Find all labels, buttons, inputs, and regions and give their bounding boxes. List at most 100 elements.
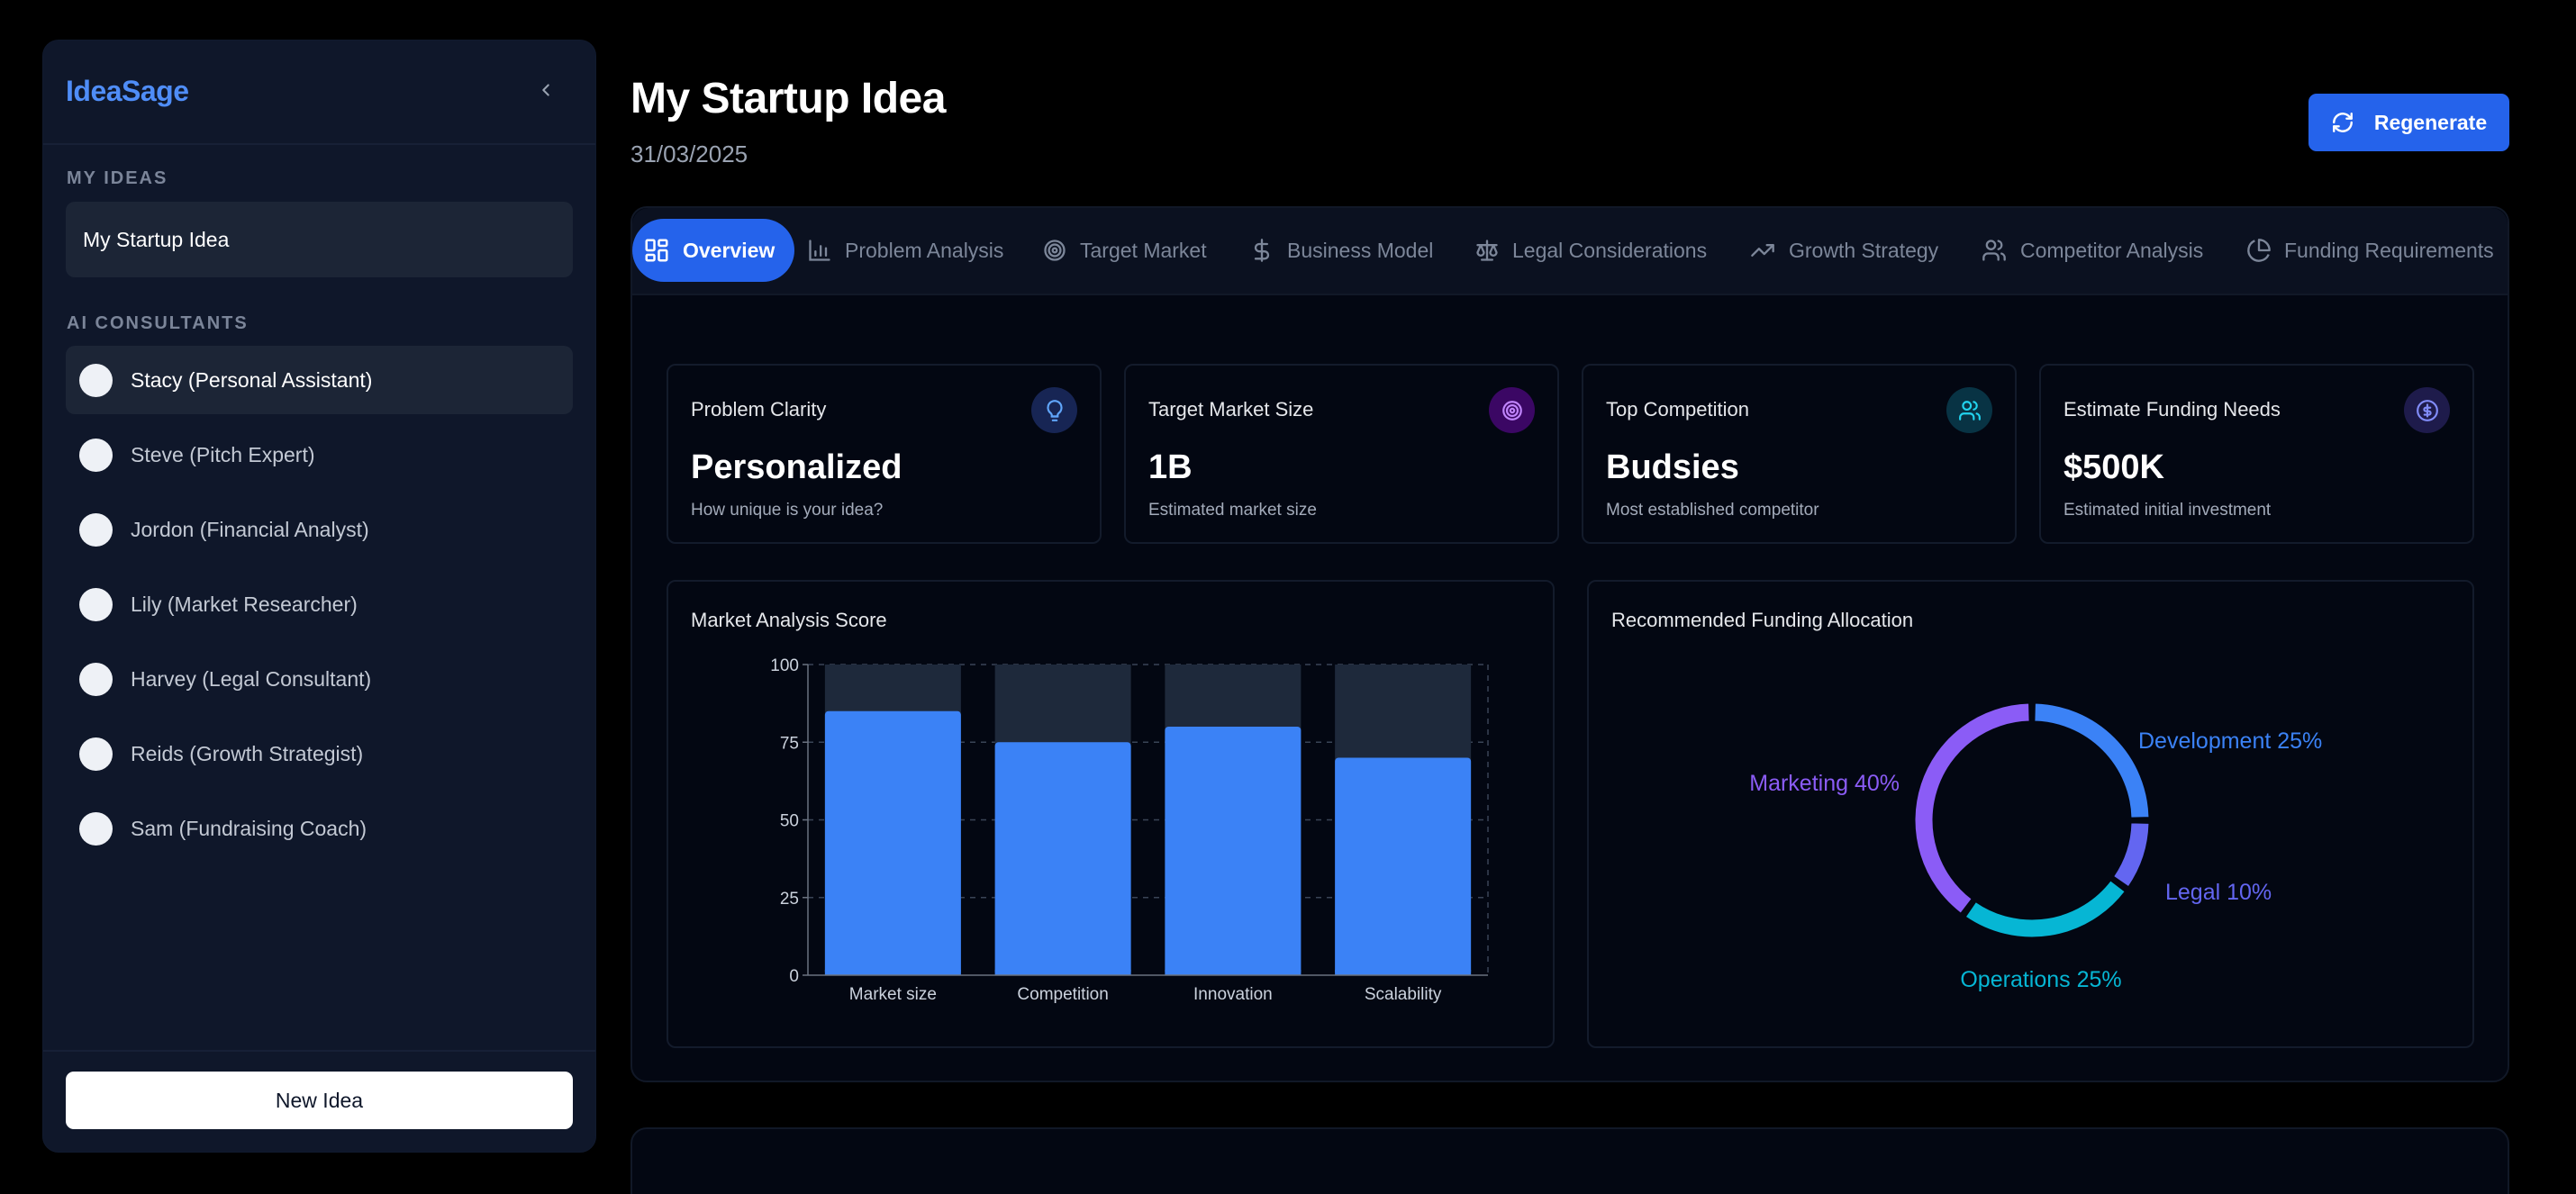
tab-overview[interactable]: Overview bbox=[632, 219, 795, 282]
tab-label: Overview bbox=[683, 238, 776, 262]
y-tick-label: 75 bbox=[780, 734, 799, 753]
funding-allocation-donut-chart: Development 25% Legal 10% Operations 25% Ma… bbox=[1749, 702, 2322, 992]
page-title: My Startup Idea bbox=[630, 75, 946, 122]
target-icon bbox=[1489, 387, 1535, 433]
consultant-item[interactable]: Harvey (Legal Consultant) bbox=[66, 645, 573, 713]
avatar bbox=[79, 512, 113, 547]
dollar-icon bbox=[1254, 239, 1270, 262]
tab-label: Problem Analysis bbox=[845, 238, 1004, 262]
dollar-circle-icon bbox=[2404, 387, 2450, 433]
stat-subtitle: How unique is your idea? bbox=[691, 501, 884, 520]
consultant-item[interactable]: Reids (Growth Strategist) bbox=[66, 719, 573, 788]
consultant-name: Sam (Fundraising Coach) bbox=[131, 816, 367, 840]
slice-label: Marketing 40% bbox=[1749, 771, 1900, 796]
consultant-item[interactable]: Sam (Fundraising Coach) bbox=[66, 794, 573, 863]
slice-label: Legal 10% bbox=[2165, 880, 2272, 905]
slice-label: Operations 25% bbox=[1960, 967, 2121, 992]
target-market-size-card: Target Market Size 1B Estimated market s… bbox=[1124, 364, 1559, 544]
chevron-left-icon bbox=[542, 84, 549, 96]
refresh-icon bbox=[2332, 113, 2353, 132]
regenerate-label: Regenerate bbox=[2373, 110, 2488, 134]
donut-slice[interactable] bbox=[2034, 702, 2150, 819]
consultant-name: Steve (Pitch Expert) bbox=[131, 442, 315, 466]
stat-label: Estimate Funding Needs bbox=[2064, 398, 2281, 421]
problem-clarity-card: Problem Clarity Personalized How unique … bbox=[667, 364, 1102, 544]
layout-dashboard-icon bbox=[645, 239, 668, 262]
consultant-item[interactable]: Jordon (Financial Analyst) bbox=[66, 495, 573, 564]
sidebar-divider bbox=[43, 1050, 595, 1052]
bar[interactable] bbox=[1335, 757, 1472, 976]
tab-label: Legal Considerations bbox=[1512, 238, 1708, 262]
tab-problem-analysis[interactable]: Problem Analysis bbox=[807, 219, 1003, 282]
bar[interactable] bbox=[824, 710, 961, 975]
funding-needs-card: Estimate Funding Needs $500K Estimated i… bbox=[2039, 364, 2474, 544]
stat-value: Personalized bbox=[691, 448, 903, 486]
tab-label: Competitor Analysis bbox=[2020, 238, 2204, 262]
consultant-name: Jordon (Financial Analyst) bbox=[131, 517, 369, 541]
consultant-item[interactable]: Steve (Pitch Expert) bbox=[66, 421, 573, 489]
stat-subtitle: Estimated initial investment bbox=[2064, 501, 2272, 520]
tab-label: Target Market bbox=[1080, 238, 1207, 262]
bar-base bbox=[1165, 970, 1302, 975]
bar-base bbox=[994, 970, 1131, 975]
donut-slice[interactable] bbox=[1914, 702, 2030, 914]
tab-competitor-analysis[interactable]: Competitor Analysis bbox=[1981, 219, 2203, 282]
avatar bbox=[79, 438, 113, 472]
target-icon bbox=[1044, 240, 1066, 261]
ai-consultants-heading: AI CONSULTANTS bbox=[67, 313, 249, 333]
stat-label: Target Market Size bbox=[1148, 398, 1314, 421]
page-date: 31/03/2025 bbox=[630, 140, 748, 167]
y-tick-label: 0 bbox=[789, 967, 799, 986]
market-analysis-bar-chart: 0 25 50 75 100 Market size Competition Innovati… bbox=[770, 656, 1489, 1004]
tab-legal-considerations[interactable]: Legal Considerations bbox=[1474, 219, 1707, 282]
x-tick-label: Market size bbox=[849, 985, 937, 1004]
sidebar-divider bbox=[43, 143, 595, 145]
consultant-name: Harvey (Legal Consultant) bbox=[131, 666, 372, 691]
stat-value: $500K bbox=[2064, 448, 2164, 486]
tab-target-market[interactable]: Target Market bbox=[1042, 219, 1207, 282]
tab-label: Growth Strategy bbox=[1789, 238, 1939, 262]
consultant-item[interactable]: Lily (Market Researcher) bbox=[66, 570, 573, 638]
users-icon bbox=[1982, 240, 2006, 261]
avatar bbox=[79, 363, 113, 397]
tab-bar: Overview Problem Analysis Target Market … bbox=[632, 208, 2508, 295]
bar[interactable] bbox=[1165, 727, 1302, 975]
sidebar: IdeaSage MY IDEAS My Startup Idea AI CON… bbox=[42, 40, 596, 1153]
donut-slice[interactable] bbox=[1964, 880, 2126, 938]
x-tick-label: Innovation bbox=[1193, 985, 1273, 1004]
consultant-name: Lily (Market Researcher) bbox=[131, 592, 358, 616]
y-tick-label: 100 bbox=[770, 656, 799, 675]
brand-logo[interactable]: IdeaSage bbox=[66, 75, 189, 108]
tab-growth-strategy[interactable]: Growth Strategy bbox=[1749, 219, 1938, 282]
app-root: IdeaSage MY IDEAS My Startup Idea AI CON… bbox=[0, 0, 2576, 1194]
bar-base bbox=[824, 970, 961, 975]
my-ideas-heading: MY IDEAS bbox=[67, 168, 168, 188]
consultant-name: Reids (Growth Strategist) bbox=[131, 741, 364, 765]
tab-label: Funding Requirements bbox=[2284, 238, 2494, 262]
tab-funding-requirements[interactable]: Funding Requirements bbox=[2246, 219, 2494, 282]
stat-label: Problem Clarity bbox=[691, 398, 827, 421]
pie-chart-icon bbox=[2247, 239, 2271, 262]
y-tick-label: 25 bbox=[780, 890, 799, 909]
y-tick-label: 50 bbox=[780, 812, 799, 831]
regenerate-button[interactable]: Regenerate bbox=[2308, 94, 2509, 151]
bar[interactable] bbox=[994, 742, 1131, 975]
market-analysis-card: Market Analysis Score 0 25 50 75 100 Market s… bbox=[667, 580, 1555, 1048]
bar-chart-icon bbox=[809, 240, 830, 261]
users-icon bbox=[1946, 387, 1992, 433]
idea-item[interactable]: My Startup Idea bbox=[66, 202, 573, 277]
avatar bbox=[79, 737, 113, 771]
stat-label: Top Competition bbox=[1606, 398, 1749, 421]
collapse-sidebar-button[interactable] bbox=[532, 77, 559, 104]
stat-subtitle: Estimated market size bbox=[1148, 501, 1317, 520]
consultant-item[interactable]: Stacy (Personal Assistant) bbox=[66, 346, 573, 414]
funding-allocation-card: Recommended Funding Allocation Developme… bbox=[1587, 580, 2474, 1048]
x-tick-label: Competition bbox=[1017, 985, 1108, 1004]
lightbulb-icon bbox=[1031, 387, 1077, 433]
next-section-card bbox=[630, 1127, 2509, 1194]
tab-business-model[interactable]: Business Model bbox=[1249, 219, 1433, 282]
donut-slice[interactable] bbox=[2112, 822, 2150, 888]
consultant-name: Stacy (Personal Assistant) bbox=[131, 367, 373, 392]
new-idea-button[interactable]: New Idea bbox=[66, 1072, 573, 1129]
bar-base bbox=[1335, 970, 1472, 975]
